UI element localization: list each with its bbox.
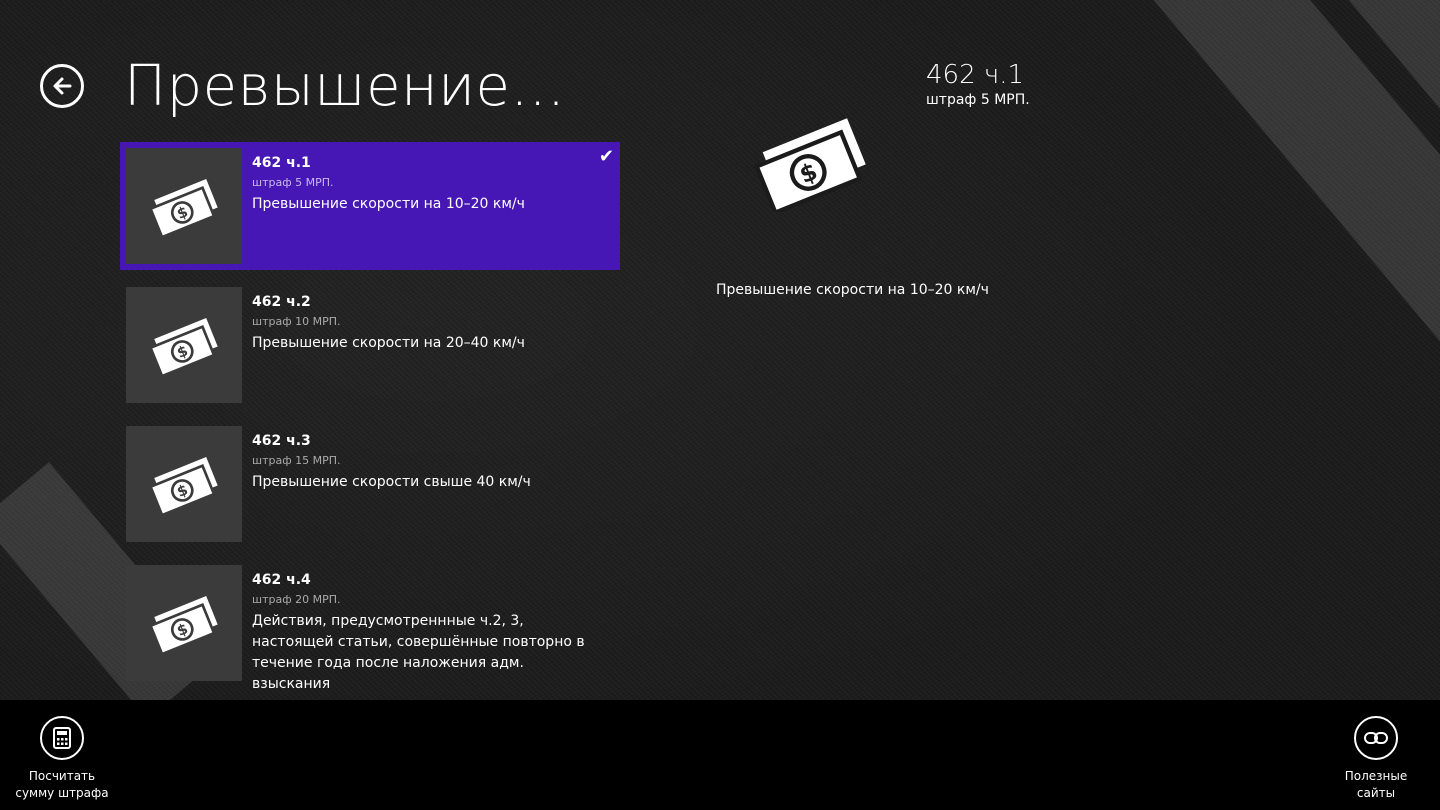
list-item[interactable]: $ 462 ч.1 штраф 5 МРП. Превышение скорос… <box>120 142 620 270</box>
item-fine: штраф 15 МРП. <box>252 454 341 467</box>
item-thumbnail: $ <box>126 565 242 681</box>
list-item[interactable]: $ 462 ч.4 штраф 20 МРП. Действия, предус… <box>120 559 620 692</box>
item-fine: штраф 20 МРП. <box>252 593 341 606</box>
back-arrow-icon <box>53 77 72 95</box>
road-stripe <box>1120 0 1440 497</box>
calculate-fine-button[interactable]: Посчитать сумму штрафа <box>12 716 112 802</box>
item-thumbnail: $ <box>126 148 242 264</box>
item-thumbnail: $ <box>126 426 242 542</box>
detail-image: $ <box>746 112 876 216</box>
detail-code: 462 ч.1 <box>926 60 1025 90</box>
detail-description: Превышение скорости на 10–20 км/ч <box>716 282 989 298</box>
link-icon <box>1354 716 1398 760</box>
useful-sites-label: Полезные сайты <box>1344 769 1408 800</box>
item-code: 462 ч.4 <box>252 572 311 588</box>
item-code: 462 ч.1 <box>252 155 311 171</box>
detail-fine: штраф 5 МРП. <box>926 92 1030 108</box>
violation-list: $ 462 ч.1 штраф 5 МРП. Превышение скорос… <box>120 142 620 698</box>
money-icon: $ <box>753 118 866 216</box>
item-code: 462 ч.3 <box>252 433 311 449</box>
list-item[interactable]: $ 462 ч.2 штраф 10 МРП. Превышение скоро… <box>120 281 620 409</box>
checkmark-icon: ✔ <box>598 146 614 167</box>
item-description: Превышение скорости на 10–20 км/ч <box>252 196 525 212</box>
calculate-fine-label: Посчитать сумму штрафа <box>15 769 109 800</box>
calculator-icon <box>40 716 84 760</box>
money-icon: $ <box>148 457 218 516</box>
useful-sites-button[interactable]: Полезные сайты <box>1326 716 1426 802</box>
back-button[interactable] <box>40 64 84 108</box>
item-description: Превышение скорости на 20–40 км/ч <box>252 335 525 351</box>
money-icon: $ <box>148 179 218 238</box>
page-title: Превышение... <box>124 54 566 119</box>
money-icon: $ <box>148 318 218 377</box>
item-thumbnail: $ <box>126 287 242 403</box>
item-description: Превышение скорости свыше 40 км/ч <box>252 474 531 490</box>
item-code: 462 ч.2 <box>252 294 311 310</box>
money-icon: $ <box>148 596 218 655</box>
item-description: Действия, предусмотреннные ч.2, 3, насто… <box>252 613 585 692</box>
list-item[interactable]: $ 462 ч.3 штраф 15 МРП. Превышение скоро… <box>120 420 620 548</box>
item-fine: штраф 10 МРП. <box>252 315 341 328</box>
app-bar: Посчитать сумму штрафа Полезные сайты <box>0 700 1440 810</box>
item-fine: штраф 5 МРП. <box>252 176 334 189</box>
